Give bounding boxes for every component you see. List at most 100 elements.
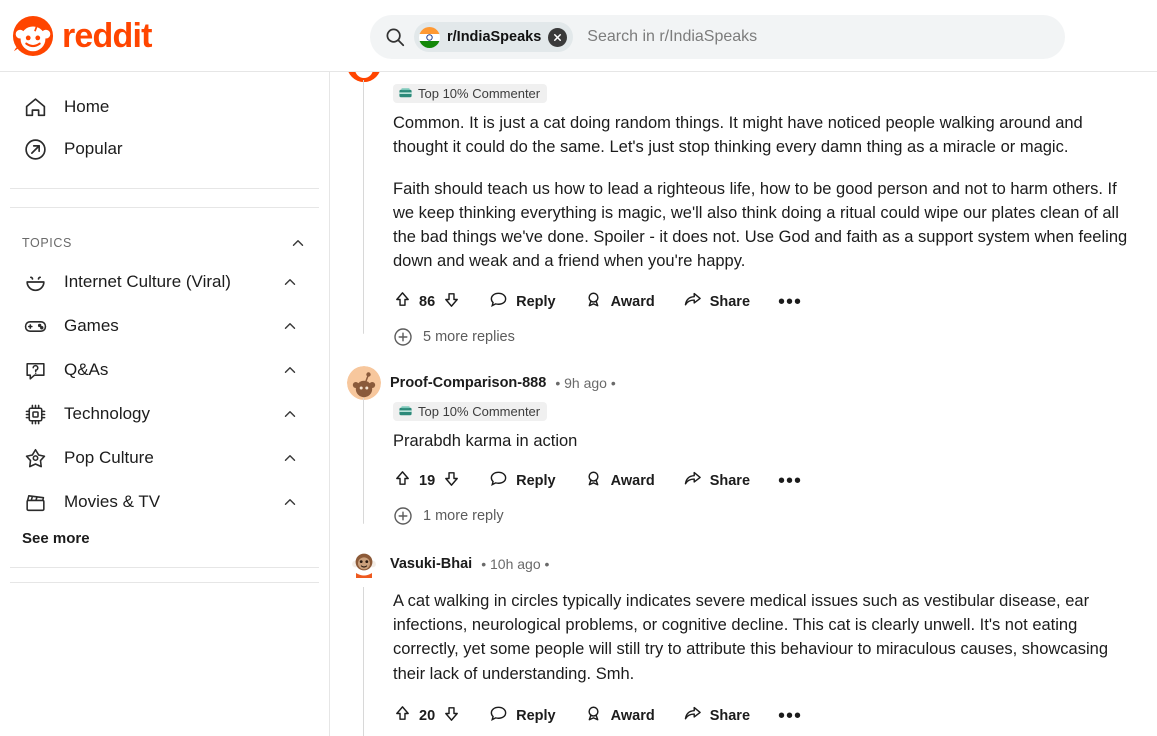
downvote-arrow-icon[interactable] <box>442 290 461 314</box>
downvote-arrow-icon[interactable] <box>442 704 461 728</box>
award-button[interactable]: Award <box>584 704 655 727</box>
sidebar-item-movies-tv[interactable]: Movies & TV <box>8 480 321 524</box>
upvote-arrow-icon[interactable] <box>393 704 412 728</box>
share-arrow-icon <box>683 704 702 727</box>
chevron-up-icon[interactable] <box>289 234 307 252</box>
status-badge: Top 10% Commenter <box>393 401 548 421</box>
popular-arrow-icon <box>22 136 48 162</box>
comment-timestamp: • 10h ago • <box>481 555 550 572</box>
chevron-up-icon[interactable] <box>281 273 299 291</box>
sidebar-item-qas-label: Q&As <box>64 360 109 380</box>
see-more-topics-button[interactable]: See more <box>0 524 329 553</box>
comment-body: Top 10% Commenter Common. It is just a c… <box>363 80 1141 352</box>
clapperboard-icon <box>22 489 48 515</box>
close-icon[interactable] <box>548 27 568 47</box>
question-bubble-icon <box>22 357 48 383</box>
sidebar-item-technology-label: Technology <box>64 404 151 424</box>
reply-label: Reply <box>516 472 556 489</box>
avatar[interactable] <box>347 365 381 400</box>
comment-bubble-icon <box>489 704 508 727</box>
search-scope-label: r/IndiaSpeaks <box>447 29 542 45</box>
vote-group: 19 <box>393 469 461 493</box>
award-medal-icon <box>584 290 603 313</box>
search-icon <box>384 26 406 48</box>
share-arrow-icon <box>683 290 702 313</box>
upvote-arrow-icon[interactable] <box>393 290 412 314</box>
sidebar-divider-4 <box>10 582 319 583</box>
status-badge-label: Top 10% Commenter <box>418 86 541 101</box>
sidebar-divider-1 <box>10 188 319 189</box>
upvote-arrow-icon[interactable] <box>393 469 412 493</box>
sidebar-item-popular-label: Popular <box>64 139 123 158</box>
overflow-menu-button[interactable]: ••• <box>778 471 802 491</box>
reply-button[interactable]: Reply <box>489 704 556 727</box>
award-medal-icon <box>584 469 603 492</box>
left-sidebar: Home Popular TOPICS Internet Culture (Vi… <box>0 72 330 736</box>
avatar[interactable] <box>347 546 381 581</box>
sidebar-item-home[interactable]: Home <box>8 86 321 128</box>
comment-actions: 19 Reply Award Share ••• <box>393 461 1141 501</box>
search-scope-chip[interactable]: r/IndiaSpeaks <box>414 22 574 52</box>
topics-section-header[interactable]: TOPICS <box>0 226 329 260</box>
gamepad-icon <box>22 313 48 339</box>
search-input[interactable]: Search in r/IndiaSpeaks <box>587 28 757 46</box>
plus-circle-icon <box>393 327 413 347</box>
share-arrow-icon <box>683 469 702 492</box>
comment-body: Top 10% Commenter Prarabdh karma in acti… <box>363 397 1141 531</box>
comment-header: Vasuki-Bhai • 10h ago • <box>347 546 1141 581</box>
sidebar-item-popular[interactable]: Popular <box>8 128 321 170</box>
search-bar[interactable]: r/IndiaSpeaks Search in r/IndiaSpeaks <box>370 15 1065 59</box>
share-label: Share <box>709 293 751 310</box>
award-label: Award <box>610 707 655 724</box>
reddit-comments-page: reddit r/IndiaSpeaks Search in r/IndiaSp… <box>0 0 1157 736</box>
chevron-up-icon[interactable] <box>281 317 299 335</box>
share-label: Share <box>709 707 751 724</box>
comment-username[interactable]: Proof-Comparison-888 <box>390 375 546 391</box>
sidebar-item-pop-culture[interactable]: Pop Culture <box>8 436 321 480</box>
share-label: Share <box>709 472 751 489</box>
sidebar-item-internet-culture[interactable]: Internet Culture (Viral) <box>8 260 321 304</box>
chevron-up-icon[interactable] <box>281 493 299 511</box>
comment-bubble-icon <box>489 469 508 492</box>
downvote-arrow-icon[interactable] <box>442 469 461 493</box>
more-replies-button[interactable]: 1 more reply <box>393 501 1141 531</box>
more-replies-button[interactable]: 5 more replies <box>393 322 1141 352</box>
sidebar-item-qas[interactable]: Q&As <box>8 348 321 392</box>
chip-icon <box>22 401 48 427</box>
reddit-wordmark: reddit <box>62 16 152 55</box>
vote-group: 20 <box>393 704 461 728</box>
thread-line <box>363 80 364 334</box>
chevron-up-icon[interactable] <box>281 405 299 423</box>
sidebar-item-technology[interactable]: Technology <box>8 392 321 436</box>
avatar[interactable] <box>347 72 381 82</box>
sidebar-divider-3 <box>10 567 319 568</box>
plus-circle-icon <box>393 506 413 526</box>
reply-label: Reply <box>516 707 556 724</box>
award-button[interactable]: Award <box>584 290 655 313</box>
home-icon <box>22 94 48 120</box>
comment-bubble-icon <box>489 290 508 313</box>
chevron-up-icon[interactable] <box>281 361 299 379</box>
reddit-logo-link[interactable]: reddit <box>12 15 312 57</box>
award-button[interactable]: Award <box>584 469 655 492</box>
sidebar-item-games[interactable]: Games <box>8 304 321 348</box>
comment-username[interactable]: Vasuki-Bhai <box>390 556 472 572</box>
share-button[interactable]: Share <box>683 290 750 313</box>
comment-header: Proof-Comparison-888 • 9h ago • <box>347 365 1141 400</box>
reply-button[interactable]: Reply <box>489 469 556 492</box>
overflow-menu-button[interactable]: ••• <box>778 292 802 312</box>
comment-header <box>347 72 1141 82</box>
share-button[interactable]: Share <box>683 704 750 727</box>
comment-paragraph: Faith should teach us how to lead a righ… <box>393 179 1128 271</box>
overflow-menu-button[interactable]: ••• <box>778 706 802 726</box>
chevron-up-icon[interactable] <box>281 449 299 467</box>
top-commenter-badge-icon <box>398 86 413 101</box>
comment-paragraph: Common. It is just a cat doing random th… <box>393 114 1083 157</box>
sidebar-item-movies-tv-label: Movies & TV <box>64 492 161 512</box>
comment-item: Top 10% Commenter Common. It is just a c… <box>347 72 1141 352</box>
share-button[interactable]: Share <box>683 469 750 492</box>
reply-button[interactable]: Reply <box>489 290 556 313</box>
sidebar-item-home-label: Home <box>64 97 110 116</box>
more-replies-label: 1 more reply <box>423 507 504 524</box>
more-replies-label: 5 more replies <box>423 328 515 345</box>
